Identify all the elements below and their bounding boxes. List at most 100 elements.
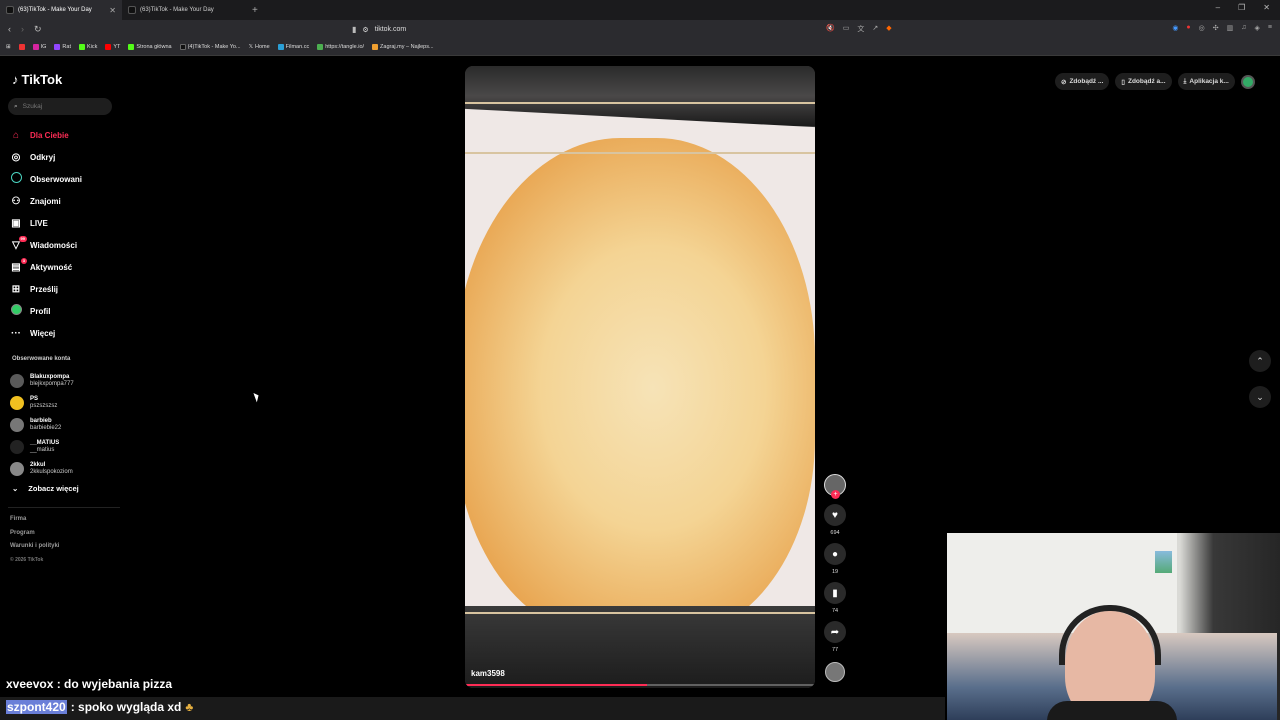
bookmark-item[interactable]: Kick xyxy=(78,44,98,50)
mute-icon[interactable]: 🔇 xyxy=(826,24,835,34)
messages-icon: ▽ 99 xyxy=(12,235,27,251)
back-icon[interactable]: ‹ xyxy=(8,24,11,35)
get-app-button[interactable]: ▯ Zdobądź a... xyxy=(1115,73,1172,90)
followed-account[interactable]: 2kkul 2kkulspokoziom xyxy=(10,458,120,480)
followed-account[interactable]: PS pszszszsz xyxy=(10,392,120,414)
previous-video-button[interactable]: ⌃ xyxy=(1249,350,1271,372)
share-icon[interactable]: ↗ xyxy=(872,24,878,34)
maximize-icon[interactable]: ❐ xyxy=(1238,3,1245,12)
sidebar-item-profile[interactable]: Profil xyxy=(10,300,120,322)
new-tab-icon[interactable]: + xyxy=(252,5,258,16)
heart-icon: ♥ xyxy=(832,509,838,521)
sidebar-item-live[interactable]: ▣ LIVE xyxy=(10,212,120,234)
wallet-icon[interactable]: ◈ xyxy=(1255,24,1260,32)
oven-rack xyxy=(465,612,815,614)
sidebar-item-activity[interactable]: ▤ 3 Aktywność xyxy=(10,256,120,278)
footer-link[interactable]: Program xyxy=(10,530,59,544)
video-nav-arrows: ⌃ ⌄ xyxy=(1249,350,1271,408)
media-icon[interactable]: ♫ xyxy=(1241,24,1246,32)
user-avatar[interactable] xyxy=(1240,74,1255,89)
minimize-icon[interactable]: – xyxy=(1216,3,1220,12)
chat-username: szpont420 xyxy=(6,700,67,714)
footer-link[interactable]: Firma xyxy=(10,516,59,530)
record-icon[interactable]: ● xyxy=(1186,24,1190,32)
follow-plus-icon[interactable]: + xyxy=(831,490,840,499)
reload-icon[interactable]: ↻ xyxy=(34,24,42,35)
search-input[interactable]: ⌕ Szukaj xyxy=(8,98,112,115)
download-icon: ⤓ xyxy=(1183,77,1187,85)
apps-icon[interactable]: ⊞ xyxy=(6,44,11,50)
bookmark-item[interactable]: IG xyxy=(32,44,46,50)
sidebar-item-label: Profil xyxy=(30,306,51,316)
browser-tab-active[interactable]: (63)TikTok - Make Your Day ✕ xyxy=(0,0,122,20)
phone-icon: ▯ xyxy=(1121,78,1125,86)
sidebar-icon[interactable]: ▥ xyxy=(1227,24,1234,32)
extension-icon[interactable]: ◎ xyxy=(1199,24,1205,32)
comment-icon: ● xyxy=(831,548,839,560)
video-author[interactable]: kam3598 xyxy=(471,669,505,678)
menu-icon[interactable]: ≡ xyxy=(1268,24,1272,32)
close-tab-icon[interactable]: ✕ xyxy=(109,6,116,15)
bookmark-item[interactable]: YT xyxy=(105,44,120,50)
translate-icon[interactable]: 文 xyxy=(857,24,864,34)
forward-icon[interactable]: › xyxy=(21,24,24,35)
sound-avatar[interactable] xyxy=(825,662,845,682)
share-button[interactable]: ➦ xyxy=(824,621,846,643)
button-label: Zdobądź ... xyxy=(1069,78,1104,85)
site-info-icon[interactable]: ⚙ xyxy=(362,26,368,34)
followed-account[interactable]: barbieb barbiebie22 xyxy=(10,414,120,436)
chat-text: : spoko wygląda xd xyxy=(70,700,182,714)
close-window-icon[interactable]: ✕ xyxy=(1263,3,1270,12)
webcam-overlay xyxy=(947,533,1280,720)
tiktok-logo[interactable]: ♪ TikTok xyxy=(12,72,62,87)
sidebar-item-more[interactable]: ··· Więcej xyxy=(10,322,120,344)
bookmark-item[interactable] xyxy=(18,44,25,50)
comment-button[interactable]: ● xyxy=(824,543,846,565)
followed-account[interactable]: Blakuxpompa blejkxpompa777 xyxy=(10,370,120,392)
bookmark-item[interactable]: https://tangle.io/ xyxy=(317,44,364,50)
video-player[interactable]: kam3598 xyxy=(465,66,815,688)
sidebar-item-upload[interactable]: ⊞ Prześlij xyxy=(10,278,120,300)
sidebar-item-friends[interactable]: ⚇ Znajomi xyxy=(10,190,120,212)
save-button[interactable]: ▮ xyxy=(824,582,846,604)
tiktok-favicon-icon xyxy=(128,6,136,14)
desktop-app-button[interactable]: ⤓ Aplikacja k... xyxy=(1177,73,1235,90)
brave-shield-icon[interactable]: ◆ xyxy=(886,24,891,34)
creator-avatar[interactable]: + xyxy=(824,474,846,499)
address-actions: 🔇 ▭ 文 ↗ ◆ xyxy=(826,24,892,34)
bookmark-item[interactable]: Rat xyxy=(54,44,71,50)
see-more-label: Zobacz więcej xyxy=(28,484,79,493)
sidebar-item-following[interactable]: Obserwowani xyxy=(10,168,120,190)
video-progress-bar[interactable] xyxy=(465,684,815,686)
twitch-icon xyxy=(54,44,61,50)
footer-link[interactable]: Warunki i polityki xyxy=(10,543,59,557)
sidebar-item-messages[interactable]: ▽ 99 Wiadomości xyxy=(10,234,120,256)
tab-title: (63)TikTok - Make Your Day xyxy=(140,7,214,13)
bookmark-item[interactable]: (4)TikTok - Make Yo... xyxy=(179,44,241,50)
browser-tab[interactable]: (63)TikTok - Make Your Day xyxy=(122,0,244,20)
bookmark-item[interactable]: Zagraj.my – Najleps... xyxy=(372,44,434,50)
bookmark-item[interactable]: Strona główna xyxy=(128,44,172,50)
bookmark-item[interactable]: Filman.cc xyxy=(277,44,309,50)
sidebar-item-for-you[interactable]: ⌂ Dla Ciebie xyxy=(10,124,120,146)
extension-icon[interactable]: ◉ xyxy=(1172,24,1178,32)
home-icon: ⌂ xyxy=(12,129,20,141)
bookmark-icon[interactable]: ▮ xyxy=(352,25,356,34)
puzzle-icon[interactable]: ✣ xyxy=(1213,24,1219,32)
address-bar-row: ‹ › ↻ ▮ ⚙ tiktok.com 🔇 ▭ 文 ↗ ◆ ◉ ● ◎ ✣ ▥… xyxy=(0,20,1280,39)
bookmark-item[interactable]: 𝕏 Home xyxy=(249,44,270,50)
sidebar-item-explore[interactable]: ◎ Odkryj xyxy=(10,146,120,168)
followed-account[interactable]: __MATIUS __matius xyxy=(10,436,120,458)
get-coins-button[interactable]: ⊘ Zdobądź ... xyxy=(1055,73,1110,90)
bookmark-label: Kick xyxy=(86,44,98,50)
notification-badge: 99 xyxy=(18,235,27,242)
browser-tabbar: (63)TikTok - Make Your Day ✕ (63)TikTok … xyxy=(0,0,1280,20)
see-more-button[interactable]: ⌄ Zobacz więcej xyxy=(12,484,79,493)
toolbar-right: ◉ ● ◎ ✣ ▥ ♫ ◈ ≡ xyxy=(1172,24,1272,32)
webcam-streamer-shirt xyxy=(1047,701,1177,720)
cast-icon[interactable]: ▭ xyxy=(843,24,850,34)
button-label: Aplikacja k... xyxy=(1189,78,1229,85)
bookmarks-bar: ⊞ IG Rat Kick YT Strona główna (4)TikTok… xyxy=(0,39,1280,56)
like-button[interactable]: ♥ xyxy=(824,504,846,526)
next-video-button[interactable]: ⌄ xyxy=(1249,386,1271,408)
